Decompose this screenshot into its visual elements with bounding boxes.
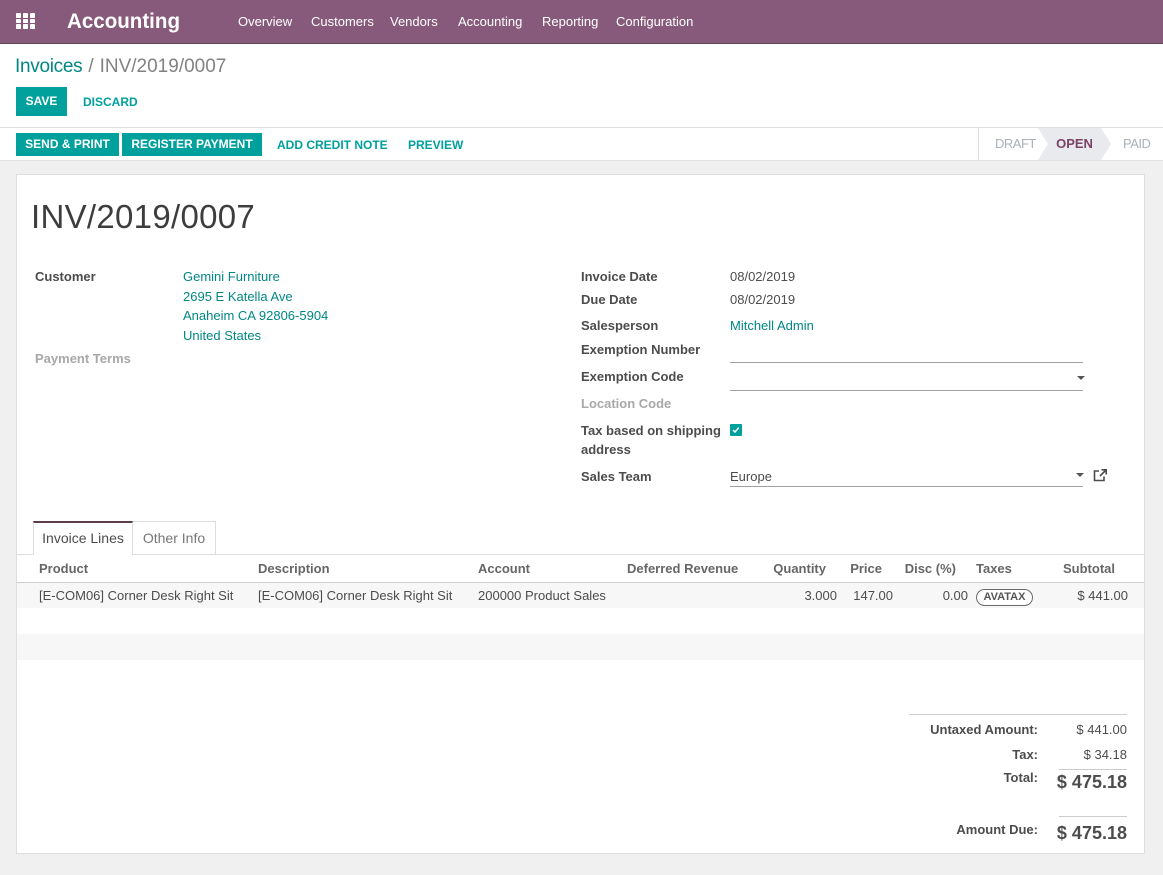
svg-text:Accounting: Accounting	[67, 10, 180, 33]
